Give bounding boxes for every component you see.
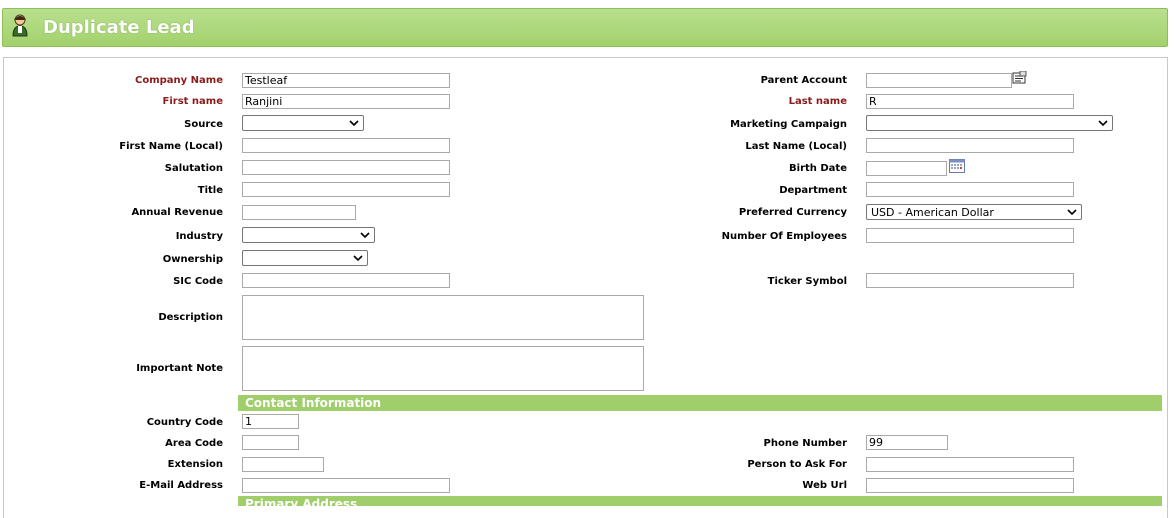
first-name-label: First name xyxy=(162,96,223,107)
ticker-symbol-label: Ticker Symbol xyxy=(767,276,847,287)
company-name-input[interactable]: Testleaf xyxy=(242,73,450,88)
department-label: Department xyxy=(779,185,847,196)
last-name-input[interactable]: R xyxy=(866,94,1074,109)
first-name-local-label: First Name (Local) xyxy=(119,141,223,152)
source-select[interactable] xyxy=(242,115,364,131)
preferred-currency-label: Preferred Currency xyxy=(738,207,847,218)
ownership-select[interactable] xyxy=(242,250,368,266)
description-textarea[interactable] xyxy=(242,295,644,340)
industry-label: Industry xyxy=(175,231,223,242)
parent-account-input[interactable] xyxy=(866,73,1012,88)
parent-account-label: Parent Account xyxy=(760,75,847,86)
chevron-down-icon xyxy=(1098,120,1108,127)
marketing-campaign-label: Marketing Campaign xyxy=(730,119,847,130)
phone-number-input[interactable]: 99 xyxy=(866,435,948,450)
chevron-down-icon xyxy=(349,120,359,127)
ticker-symbol-input[interactable] xyxy=(866,273,1074,288)
important-note-textarea[interactable] xyxy=(242,346,644,391)
web-url-input[interactable] xyxy=(866,478,1074,493)
chevron-down-icon xyxy=(353,255,363,262)
title-input[interactable] xyxy=(242,182,450,197)
user-icon xyxy=(12,14,28,37)
salutation-input[interactable] xyxy=(242,160,450,175)
description-label: Description xyxy=(158,312,223,323)
source-label: Source xyxy=(184,119,223,130)
important-note-label: Important Note xyxy=(136,363,223,374)
first-name-local-input[interactable] xyxy=(242,138,450,153)
department-input[interactable] xyxy=(866,182,1074,197)
contact-information-section-header: Contact Information xyxy=(238,395,1162,411)
birth-date-label: Birth Date xyxy=(789,163,847,174)
country-code-label: Country Code xyxy=(146,417,223,428)
last-name-label: Last name xyxy=(788,96,847,107)
birth-date-input[interactable] xyxy=(866,161,947,176)
phone-number-label: Phone Number xyxy=(763,438,847,449)
number-of-employees-label: Number Of Employees xyxy=(721,231,847,242)
email-address-label: E-Mail Address xyxy=(139,480,223,491)
page-header: Duplicate Lead xyxy=(2,8,1168,47)
marketing-campaign-select[interactable] xyxy=(866,115,1113,131)
salutation-label: Salutation xyxy=(164,163,223,174)
preferred-currency-select[interactable]: USD - American Dollar xyxy=(866,204,1082,220)
annual-revenue-input[interactable] xyxy=(242,205,356,220)
last-name-local-input[interactable] xyxy=(866,138,1074,153)
first-name-input[interactable]: Ranjini xyxy=(242,94,450,109)
person-to-ask-for-label: Person to Ask For xyxy=(747,459,847,470)
title-label: Title xyxy=(197,185,223,196)
calendar-icon[interactable] xyxy=(949,158,965,173)
lookup-icon[interactable] xyxy=(1012,71,1027,84)
chevron-down-icon xyxy=(1067,209,1077,216)
person-to-ask-for-input[interactable] xyxy=(866,457,1074,472)
industry-select[interactable] xyxy=(242,227,375,243)
area-code-label: Area Code xyxy=(165,438,223,449)
extension-input[interactable] xyxy=(242,457,324,472)
ownership-label: Ownership xyxy=(162,254,223,265)
page-title: Duplicate Lead xyxy=(43,17,195,38)
email-address-input[interactable] xyxy=(242,478,450,493)
preferred-currency-value: USD - American Dollar xyxy=(871,206,994,219)
web-url-label: Web Url xyxy=(802,480,847,491)
area-code-input[interactable] xyxy=(242,435,299,450)
country-code-input[interactable]: 1 xyxy=(242,414,299,429)
number-of-employees-input[interactable] xyxy=(866,228,1074,243)
sic-code-label: SIC Code xyxy=(173,276,223,287)
chevron-down-icon xyxy=(360,232,370,239)
annual-revenue-label: Annual Revenue xyxy=(131,207,223,218)
last-name-local-label: Last Name (Local) xyxy=(745,141,847,152)
company-name-label: Company Name xyxy=(135,75,223,86)
extension-label: Extension xyxy=(167,459,223,470)
primary-address-section-header: Primary Address xyxy=(238,496,1162,506)
sic-code-input[interactable] xyxy=(242,273,450,288)
